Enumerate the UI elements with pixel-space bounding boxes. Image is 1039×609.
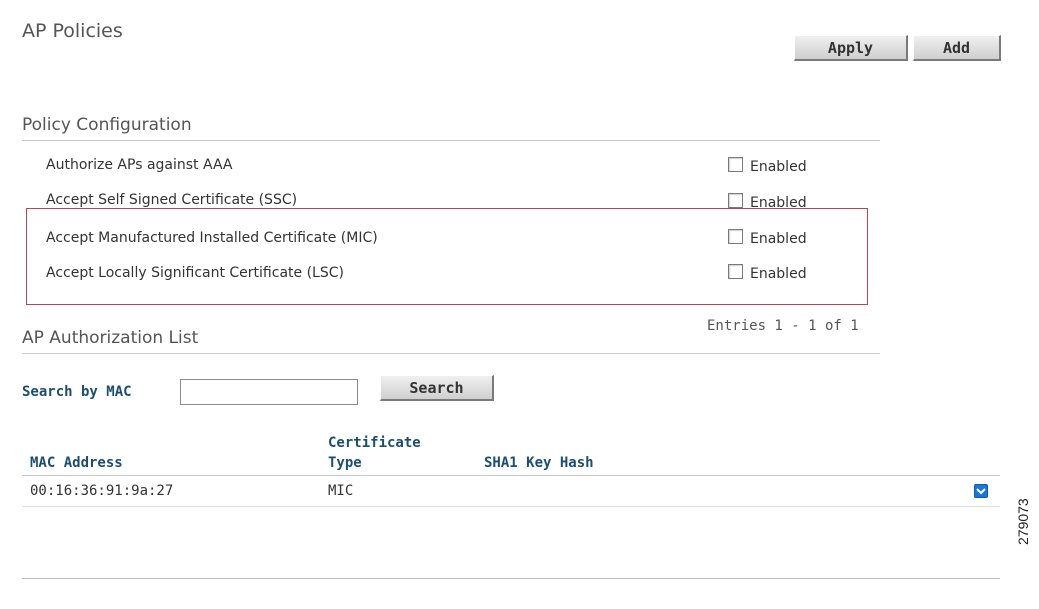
entries-count: Entries 1 - 1 of 1: [707, 318, 859, 334]
policy-label-mic: Accept Manufactured Installed Certificat…: [46, 230, 378, 246]
highlight-box: [26, 208, 868, 305]
table-header-divider: [22, 475, 1000, 476]
lsc-checkbox[interactable]: [728, 264, 743, 279]
search-mac-input[interactable]: [180, 379, 358, 405]
policy-label-ssc: Accept Self Signed Certificate (SSC): [46, 192, 298, 208]
table-row-divider: [22, 506, 1000, 507]
column-header-mac-address: MAC Address: [30, 455, 123, 471]
cell-mac-address: 00:16:36:91:9a:27: [30, 483, 174, 499]
enabled-label: Enabled: [750, 159, 807, 175]
search-by-mac-label: Search by MAC: [22, 384, 132, 400]
apply-button[interactable]: Apply: [794, 35, 908, 61]
section-divider: [22, 140, 880, 141]
authorize-aaa-checkbox[interactable]: [728, 157, 743, 172]
mic-checkbox[interactable]: [728, 229, 743, 244]
column-header-sha1-key-hash: SHA1 Key Hash: [484, 455, 594, 471]
enabled-label: Enabled: [750, 231, 807, 247]
policy-label-lsc: Accept Locally Significant Certificate (…: [46, 265, 344, 281]
dropdown-arrow-icon[interactable]: [974, 484, 988, 498]
column-header-certificate-line1: Certificate: [328, 435, 421, 451]
policy-label-authorize-aaa: Authorize APs against AAA: [46, 157, 233, 173]
add-button[interactable]: Add: [913, 35, 1001, 61]
page-title: AP Policies: [22, 20, 123, 42]
column-header-certificate-line2: Type: [328, 455, 362, 471]
ssc-checkbox[interactable]: [728, 193, 743, 208]
enabled-label: Enabled: [750, 266, 807, 282]
policy-configuration-title: Policy Configuration: [22, 115, 192, 135]
enabled-label: Enabled: [750, 195, 807, 211]
section-divider: [22, 353, 880, 354]
search-button[interactable]: Search: [380, 375, 494, 401]
bottom-divider: [22, 578, 1000, 579]
ap-authorization-list-title: AP Authorization List: [22, 328, 199, 348]
cell-certificate-type: MIC: [328, 483, 354, 499]
figure-id: 279073: [1015, 498, 1031, 545]
